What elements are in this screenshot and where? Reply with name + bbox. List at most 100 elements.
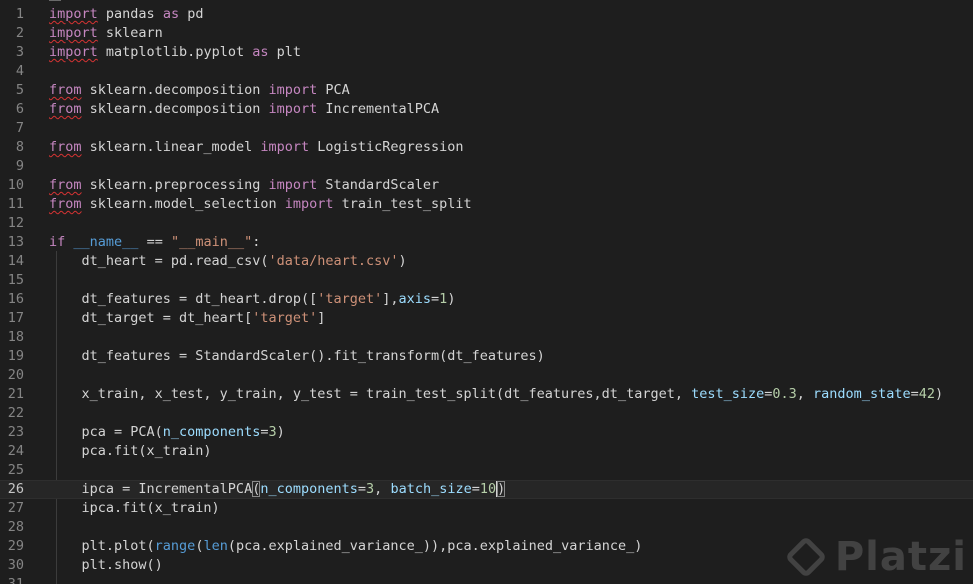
code-line[interactable]: 26 ipca = IncrementalPCA(n_components=3,… (0, 480, 973, 499)
code-text[interactable]: import pandas as pd (49, 5, 203, 24)
code-line[interactable]: 12 (0, 214, 973, 233)
line-number: 21 (7, 386, 24, 402)
code-line[interactable]: 18 (0, 328, 973, 347)
code-line[interactable]: 13 if __name__ == "__main__": (0, 233, 973, 252)
code-text[interactable]: ipca.fit(x_train) (49, 499, 220, 518)
code-token: dt_features = dt_heart.drop([ (49, 291, 318, 307)
code-line[interactable]: 7 (0, 119, 973, 138)
code-text[interactable]: from sklearn.preprocessing import Standa… (49, 176, 439, 195)
code-token: pca = PCA( (49, 424, 163, 440)
code-line[interactable]: 14 dt_heart = pd.read_csv('data/heart.cs… (0, 252, 973, 271)
code-text[interactable]: dt_features = StandardScaler().fit_trans… (49, 347, 545, 366)
code-line[interactable]: 16 dt_features = dt_heart.drop(['target'… (0, 290, 973, 309)
code-token: dt_features = StandardScaler().fit_trans… (49, 348, 545, 364)
code-text[interactable]: if __name__ == "__main__": (49, 233, 260, 252)
code-line[interactable]: 2 import sklearn (0, 24, 973, 43)
code-token: plt.plot( (49, 538, 155, 554)
code-text[interactable]: import sklearn (49, 24, 163, 43)
line-number: 5 (15, 82, 24, 98)
code-text[interactable]: dt_heart = pd.read_csv('data/heart.csv') (49, 252, 407, 271)
code-text[interactable]: from sklearn.decomposition import Increm… (49, 100, 439, 119)
line-number: 4 (15, 63, 24, 79)
code-text[interactable]: from sklearn.linear_model import Logisti… (49, 138, 464, 157)
code-line[interactable]: 21 x_train, x_test, y_train, y_test = tr… (0, 385, 973, 404)
code-token: range (154, 538, 196, 554)
code-line[interactable]: 22 (0, 404, 973, 423)
code-line[interactable]: 4 (0, 62, 973, 81)
code-line[interactable]: 27 ipca.fit(x_train) (0, 499, 973, 518)
code-token: from (49, 139, 82, 155)
code-line[interactable]: 3 import matplotlib.pyplot as plt (0, 43, 973, 62)
code-token: batch_size (390, 481, 472, 497)
code-line[interactable]: 19 dt_features = StandardScaler().fit_tr… (0, 347, 973, 366)
code-token: 'target' (252, 310, 318, 326)
watermark-text: Platzi (834, 534, 967, 580)
code-token: , (796, 386, 814, 402)
code-line[interactable]: 10 from sklearn.preprocessing import Stan… (0, 176, 973, 195)
code-token: 42 (918, 386, 935, 402)
line-number: 30 (7, 557, 24, 573)
code-token: pd (179, 6, 204, 22)
platzi-watermark: Platzi (784, 534, 967, 580)
code-line[interactable]: 25 (0, 461, 973, 480)
code-token: sklearn.decomposition (81, 82, 269, 98)
code-text[interactable]: plt.plot(range(len(pca.explained_varianc… (49, 537, 643, 556)
code-text[interactable]: dt_features = dt_heart.drop(['target'],a… (49, 290, 456, 309)
code-text[interactable]: pca = PCA(n_components=3) (49, 423, 285, 442)
code-token: import (49, 6, 98, 22)
code-token: , (374, 481, 391, 497)
line-number: 20 (7, 367, 24, 383)
code-token: : (252, 234, 261, 250)
code-token: import (268, 82, 318, 98)
line-number: 29 (7, 538, 24, 554)
code-line[interactable]: 1 import pandas as pd (0, 5, 973, 24)
line-number: 9 (15, 158, 24, 174)
code-line[interactable]: 8 from sklearn.linear_model import Logist… (0, 138, 973, 157)
code-text[interactable]: pca.fit(x_train) (49, 442, 212, 461)
line-number: 11 (7, 196, 24, 212)
code-line[interactable]: 24 pca.fit(x_train) (0, 442, 973, 461)
line-number: 14 (7, 253, 24, 269)
code-token: sklearn.linear_model (81, 139, 261, 155)
line-number: 2 (15, 25, 24, 41)
code-token: 3 (366, 481, 375, 497)
code-token: (pca.explained_variance_)),pca.explained… (227, 538, 643, 554)
code-editor[interactable]: 1 import pandas as pd 2 import sklearn 3 impo… (0, 0, 973, 584)
code-token: ] (317, 310, 326, 326)
line-number: 8 (15, 139, 24, 155)
line-number: 13 (7, 234, 24, 250)
code-line[interactable]: 6 from sklearn.decomposition import Incre… (0, 100, 973, 119)
code-token: "__main__" (170, 234, 253, 250)
code-text[interactable]: ipca = IncrementalPCA(n_components=3, ba… (49, 480, 506, 499)
code-text[interactable]: dt_target = dt_heart['target'] (49, 309, 326, 328)
code-line[interactable]: 17 dt_target = dt_heart['target'] (0, 309, 973, 328)
line-number: 27 (7, 500, 24, 516)
line-number: 23 (7, 424, 24, 440)
code-line[interactable]: 9 (0, 157, 973, 176)
code-token: pca.fit(x_train) (49, 443, 212, 459)
code-token: dt_heart = pd.read_csv( (49, 253, 269, 269)
code-text[interactable]: x_train, x_test, y_train, y_test = train… (49, 385, 944, 404)
line-number: 16 (7, 291, 24, 307)
code-token: import (49, 44, 98, 60)
code-token: from (49, 101, 82, 117)
code-line[interactable]: 15 (0, 271, 973, 290)
code-token: LogisticRegression (309, 139, 464, 155)
code-token: 3 (268, 424, 277, 440)
code-line[interactable]: 23 pca = PCA(n_components=3) (0, 423, 973, 442)
code-text[interactable]: from sklearn.model_selection import trai… (49, 195, 472, 214)
code-line[interactable]: 5 from sklearn.decomposition import PCA (0, 81, 973, 100)
line-number: 6 (15, 101, 24, 117)
code-text[interactable]: plt.show() (49, 556, 163, 575)
line-number: 18 (7, 329, 24, 345)
code-token: = (357, 481, 367, 497)
code-token: test_size (691, 386, 765, 402)
code-token: PCA (317, 82, 350, 98)
code-line[interactable]: 20 (0, 366, 973, 385)
code-token: n_components (162, 424, 261, 440)
code-token: == (138, 234, 171, 250)
code-text[interactable]: from sklearn.decomposition import PCA (49, 81, 350, 100)
code-line[interactable]: 11 from sklearn.model_selection import tr… (0, 195, 973, 214)
code-text[interactable]: import matplotlib.pyplot as plt (49, 43, 301, 62)
code-token: sklearn.decomposition (81, 101, 269, 117)
